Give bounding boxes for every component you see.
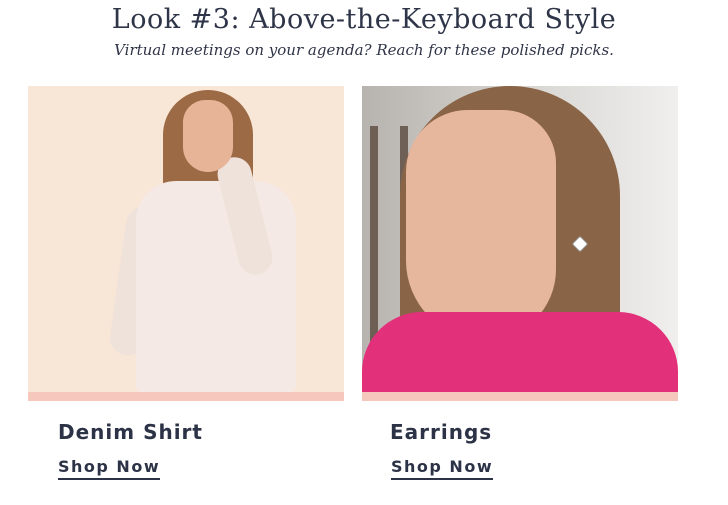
product-card-earrings xyxy=(362,86,678,401)
section-subtitle: Virtual meetings on your agenda? Reach f… xyxy=(114,41,614,59)
photo-detail xyxy=(136,181,296,392)
photo-detail xyxy=(362,312,678,392)
product-card-denim-shirt xyxy=(28,86,344,401)
photo-detail xyxy=(406,110,556,340)
accent-stripe xyxy=(362,392,678,401)
section-title: Look #3: Above-the-Keyboard Style xyxy=(111,4,617,35)
shop-now-link[interactable]: Shop Now xyxy=(391,457,494,480)
shop-now-link[interactable]: Shop Now xyxy=(58,457,161,480)
photo-detail xyxy=(183,100,233,172)
earrings-image[interactable] xyxy=(362,86,678,392)
product-name: Denim Shirt xyxy=(58,420,203,444)
product-name: Earrings xyxy=(390,420,493,444)
denim-shirt-image[interactable] xyxy=(28,86,344,392)
accent-stripe xyxy=(28,392,344,401)
